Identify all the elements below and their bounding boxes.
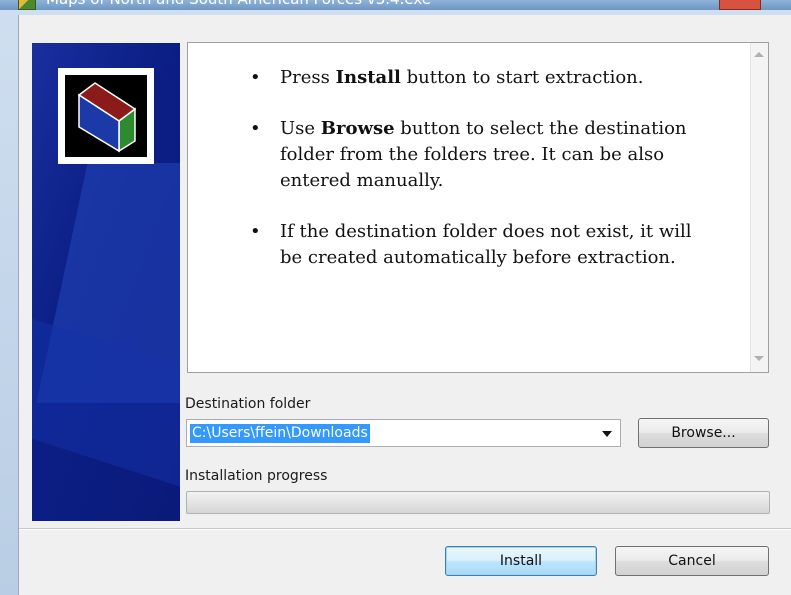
app-icon bbox=[18, 0, 36, 10]
instruction-text: Use bbox=[280, 118, 321, 139]
title-bar[interactable]: Maps of North and South American Forces … bbox=[0, 0, 791, 10]
instruction-item: • Use Browse button to select the destina… bbox=[228, 116, 718, 194]
vertical-scrollbar[interactable] bbox=[750, 43, 768, 372]
dialog-body: • Press Install button to start extractio… bbox=[18, 15, 791, 595]
installer-box-icon bbox=[65, 75, 147, 157]
instruction-keyword: Install bbox=[335, 67, 401, 88]
installer-window: Maps of North and South American Forces … bbox=[0, 0, 791, 595]
installation-progress-bar bbox=[186, 491, 770, 514]
instructions-list: • Press Install button to start extractio… bbox=[228, 65, 718, 296]
bullet-icon: • bbox=[250, 67, 261, 88]
scroll-down-icon[interactable] bbox=[754, 356, 764, 361]
destination-folder-label: Destination folder bbox=[185, 396, 311, 412]
bullet-icon: • bbox=[250, 221, 261, 242]
instructions-panel[interactable]: • Press Install button to start extractio… bbox=[187, 42, 769, 373]
browse-button[interactable]: Browse... bbox=[638, 418, 769, 448]
sidebar-banner bbox=[32, 43, 180, 521]
installation-progress-label: Installation progress bbox=[185, 468, 328, 484]
installer-logo bbox=[58, 68, 154, 164]
cancel-button[interactable]: Cancel bbox=[615, 546, 769, 576]
instruction-item: • Press Install button to start extractio… bbox=[228, 65, 718, 91]
close-window-button[interactable] bbox=[719, 0, 761, 10]
destination-folder-combobox[interactable]: C:\Users\ffein\Downloads bbox=[186, 419, 621, 447]
bullet-icon: • bbox=[250, 118, 261, 139]
instruction-text: Press bbox=[280, 67, 336, 88]
destination-folder-value[interactable]: C:\Users\ffein\Downloads bbox=[190, 424, 370, 443]
scroll-up-icon[interactable] bbox=[754, 52, 764, 57]
install-button[interactable]: Install bbox=[445, 546, 597, 576]
instruction-item: • If the destination folder does not exis… bbox=[228, 219, 718, 271]
instruction-text: button to start extraction. bbox=[400, 67, 644, 88]
instruction-keyword: Browse bbox=[320, 118, 395, 139]
footer-divider bbox=[19, 528, 791, 530]
chevron-down-icon[interactable] bbox=[602, 431, 612, 437]
instruction-text: If the destination folder does not exist… bbox=[280, 221, 692, 268]
window-title: Maps of North and South American Forces … bbox=[46, 0, 431, 8]
